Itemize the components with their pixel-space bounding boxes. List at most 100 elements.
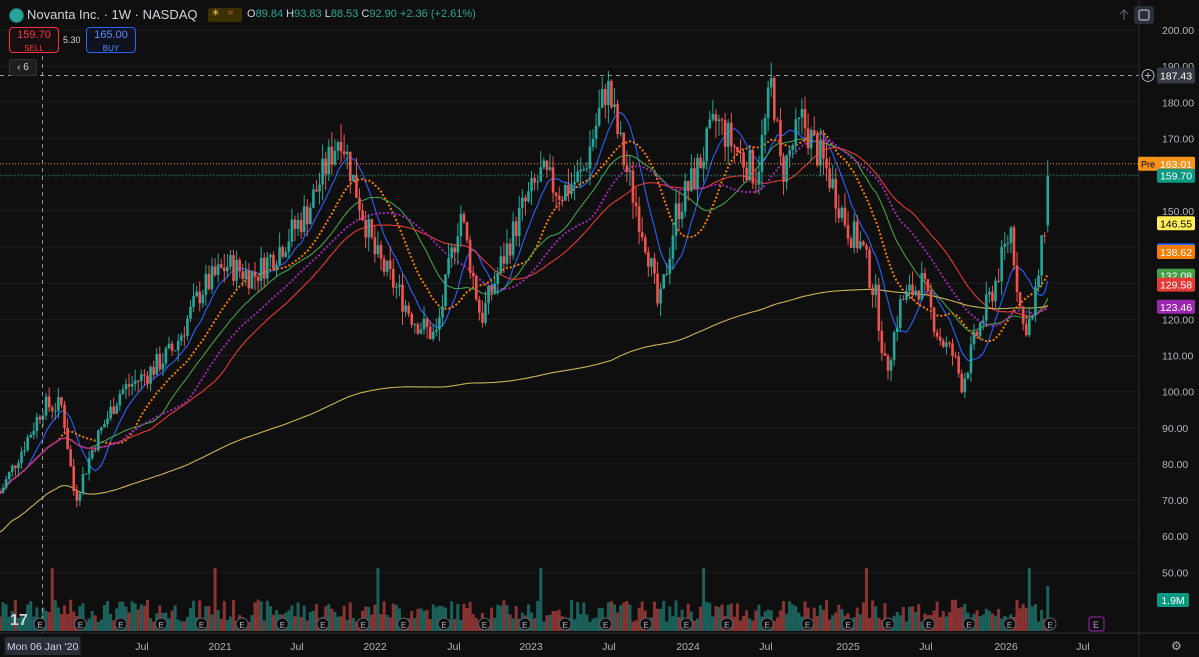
symbol-title[interactable]: Novanta Inc. · 1W · NASDAQ xyxy=(27,7,198,22)
candle-body xyxy=(985,294,988,321)
candle-body xyxy=(29,434,33,438)
volume-bar xyxy=(232,600,236,631)
candle-body xyxy=(653,258,656,274)
candle-body xyxy=(846,225,850,239)
volume-bar xyxy=(831,615,835,631)
candle-body xyxy=(167,343,171,349)
volume-bar xyxy=(938,616,942,631)
candle-body xyxy=(416,324,420,334)
candle-body xyxy=(622,132,626,166)
volume-bar xyxy=(225,620,229,631)
price-tick-label: 50.00 xyxy=(1162,567,1188,579)
volume-bar xyxy=(662,600,666,631)
volume-bar xyxy=(0,616,2,631)
volume-bar xyxy=(788,601,792,631)
candle-body xyxy=(960,373,964,393)
volume-bar xyxy=(951,599,955,631)
candle-body xyxy=(926,279,930,291)
candle-body xyxy=(779,120,782,157)
time-tick-label: Jul xyxy=(602,641,615,653)
volume-bar xyxy=(1030,606,1034,631)
candle-body xyxy=(229,255,232,267)
buy-button[interactable]: 165.00 BUY xyxy=(86,27,136,53)
candle-body xyxy=(1031,315,1034,319)
volume-bar xyxy=(93,615,97,631)
candle-body xyxy=(1040,235,1043,276)
candle-body xyxy=(10,465,14,472)
candle-body xyxy=(502,256,506,264)
candle-body xyxy=(450,247,453,259)
candle-body xyxy=(241,271,245,279)
candle-body xyxy=(425,318,429,327)
candle-body xyxy=(305,206,309,225)
candle-body xyxy=(158,354,162,370)
candle-body xyxy=(834,178,838,209)
candle-body xyxy=(183,335,186,337)
candle-body xyxy=(38,416,42,420)
candle-body xyxy=(1009,227,1013,244)
candle-body xyxy=(333,150,337,165)
volume-bar xyxy=(665,621,669,631)
candle-body xyxy=(806,128,810,149)
earnings-marker-label: E xyxy=(926,621,931,630)
volume-bar xyxy=(941,610,945,631)
gear-icon[interactable]: ⚙ xyxy=(1171,639,1182,653)
candle-body xyxy=(447,258,450,275)
candle-body xyxy=(604,89,607,106)
candle-body xyxy=(324,158,327,175)
earnings-marker-label: E xyxy=(724,621,729,630)
candle-body xyxy=(173,350,177,352)
candle-body xyxy=(44,396,48,416)
earnings-marker-label: E xyxy=(159,621,164,630)
candle-body xyxy=(699,157,702,169)
spread-value: 5.30 xyxy=(63,35,81,45)
candle-body xyxy=(140,374,143,381)
candle-body xyxy=(739,152,742,154)
flags-icon[interactable]: ☀ ≈ xyxy=(208,8,242,22)
price-tick-label: 170.00 xyxy=(1162,133,1194,145)
candle-body xyxy=(880,330,884,354)
volume-bar xyxy=(474,617,478,631)
volume-bar xyxy=(471,614,475,631)
candle-body xyxy=(883,353,887,356)
candle-body xyxy=(837,208,841,219)
candle-body xyxy=(321,158,324,185)
volume-bar xyxy=(296,602,300,631)
sell-button[interactable]: 159.70 SELL xyxy=(9,27,59,53)
time-tick-label: Jul xyxy=(290,641,303,653)
candle-body xyxy=(201,294,205,304)
candle-body xyxy=(133,380,137,384)
candle-body xyxy=(539,167,543,182)
candle-body xyxy=(235,259,238,281)
volume-bar xyxy=(778,610,782,631)
candle-body xyxy=(20,451,23,464)
volume-bar xyxy=(311,610,315,631)
candle-body xyxy=(170,343,174,351)
volume-bar xyxy=(997,608,1001,631)
volume-bar xyxy=(895,611,899,631)
time-tick-label: Jul xyxy=(919,641,932,653)
candle-body xyxy=(60,397,63,405)
candle-body xyxy=(582,169,586,171)
candle-body xyxy=(281,247,284,257)
candle-body xyxy=(376,245,380,255)
candle-body xyxy=(822,140,825,159)
arrow-up-icon[interactable] xyxy=(1114,6,1134,24)
volume-bar xyxy=(1033,604,1037,631)
candle-body xyxy=(179,335,183,341)
chart-area[interactable]: 200.00190.00180.00170.00160.00150.00140.… xyxy=(0,0,1199,657)
volume-bar xyxy=(1040,609,1044,631)
fullscreen-icon[interactable] xyxy=(1134,6,1154,24)
candle-body xyxy=(923,272,927,280)
volume-bar xyxy=(207,606,211,631)
price-tag-label: 159.70 xyxy=(1160,171,1192,183)
volume-bar xyxy=(87,618,91,631)
candle-body xyxy=(680,211,684,220)
collapse-indicators-button[interactable]: ‹ 6 xyxy=(9,59,37,76)
volume-bar xyxy=(345,619,349,631)
candle-body xyxy=(84,473,88,475)
candle-body xyxy=(508,243,512,256)
volume-bar xyxy=(987,610,991,631)
volume-bar xyxy=(256,599,260,631)
candle-body xyxy=(705,128,709,162)
